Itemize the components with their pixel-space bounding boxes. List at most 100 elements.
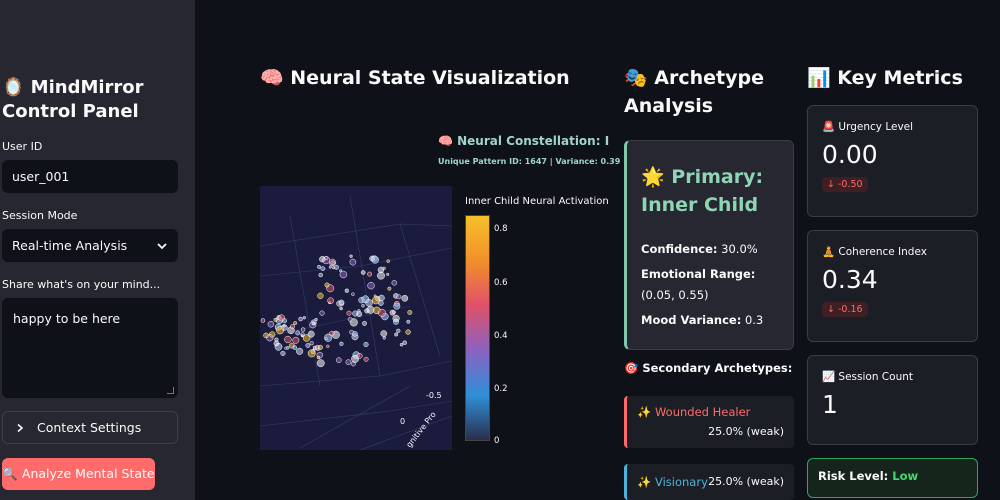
scatter-point (393, 302, 401, 310)
scatter-point (386, 272, 390, 276)
scatter-point (347, 316, 353, 322)
metric-delta: ↓ -0.16 (822, 302, 868, 317)
scatter-point (389, 309, 396, 316)
colorbar (465, 215, 490, 441)
scatter-point (284, 346, 288, 350)
secondary-archetype-pct: 25.0% (weak) (708, 425, 784, 438)
mood-variance-line: Mood Variance: 0.3 (641, 310, 779, 331)
scatter-point (335, 357, 342, 364)
share-textarea[interactable]: happy to be here (2, 298, 178, 398)
scatter-point (275, 326, 285, 335)
scatter-point (331, 266, 336, 270)
mood-variance-label: Mood Variance: (641, 313, 742, 327)
metric-label: 🧘 Coherence Index (822, 246, 927, 258)
metrics-heading: 📊 Key Metrics (807, 67, 963, 89)
scatter-point (282, 318, 288, 324)
scatter-point (339, 270, 348, 279)
metric-value: 0.00 (822, 140, 878, 169)
scatter-point (319, 310, 325, 316)
chevron-down-icon (157, 242, 167, 249)
scatter-point (317, 292, 324, 299)
scatter-point (305, 342, 311, 348)
scatter-point (367, 271, 373, 277)
scatter-point (309, 341, 314, 346)
scatter-point (316, 359, 325, 368)
sidebar: 🪞 MindMirror Control Panel User ID user_… (0, 0, 195, 500)
user-id-input[interactable]: user_001 (2, 160, 178, 193)
scatter-point (364, 308, 370, 314)
metric-value: 0.34 (822, 265, 878, 294)
scatter-point (280, 350, 286, 356)
scatter-point (351, 292, 355, 296)
scatter-point (382, 336, 386, 340)
risk-level-label: Risk Level: (818, 469, 889, 483)
scatter-point (362, 320, 367, 326)
scatter-point (349, 254, 353, 258)
analyze-button[interactable]: 🔍 Analyze Mental State (2, 458, 155, 490)
resize-grip-icon[interactable] (167, 387, 174, 394)
scatter-point (394, 332, 399, 337)
scatter-point (302, 334, 311, 342)
context-settings-expander[interactable]: Context Settings (2, 411, 178, 444)
scatter-point (326, 344, 330, 348)
session-mode-select[interactable]: Real-time Analysis (2, 229, 178, 262)
scatter-point (407, 309, 413, 315)
scatter-point (377, 308, 386, 317)
scatter-point (396, 328, 401, 333)
plot-title: 🧠 Neural Constellation: Inner Child (438, 134, 610, 148)
neural-3d-plot[interactable]: -0.5 0 gnitive Pro (260, 186, 452, 450)
primary-archetype: 🌟 Primary: Inner Child (641, 166, 764, 216)
scatter-point (298, 316, 303, 322)
scatter-point (357, 309, 361, 313)
scatter-point (327, 297, 334, 304)
scatter-point (396, 294, 402, 300)
scatter-point (392, 314, 400, 322)
emotional-range-value: (0.05, 0.55) (641, 288, 709, 302)
scatter-point (406, 319, 411, 324)
secondary-archetype-card: ✨ Wounded Healer 25.0% (weak) (624, 396, 794, 448)
scatter-point (293, 321, 298, 326)
scatter-point (352, 331, 358, 337)
secondary-heading: 🎯 Secondary Archetypes: (624, 361, 793, 375)
scatter-point (402, 340, 407, 345)
scatter-point (318, 272, 323, 278)
risk-level-box: Risk Level: Low (807, 458, 978, 498)
secondary-archetype-name: ✨ Wounded Healer (637, 405, 751, 419)
scatter-point (363, 341, 369, 348)
scatter-point (292, 336, 300, 344)
chevron-right-icon (17, 423, 24, 432)
scatter-point (391, 280, 398, 286)
scatter-point (292, 345, 298, 350)
scatter-point (377, 271, 385, 280)
scatter-point (361, 304, 365, 308)
scatter-point (320, 266, 326, 271)
colorbar-tick: 0 (494, 436, 500, 446)
scatter-point (269, 331, 276, 338)
scatter-point (365, 299, 373, 307)
scatter-point (295, 330, 301, 336)
metric-label: 🚨 Urgency Level (822, 121, 914, 133)
axis-tick-b: 0 (400, 417, 405, 426)
scatter-point (273, 317, 278, 322)
scatter-point (405, 329, 411, 335)
secondary-archetype-card: ✨ Visionary 25.0% (weak) (624, 464, 794, 500)
share-value: happy to be here (13, 311, 121, 326)
arrow-down-icon: ↓ (827, 304, 838, 315)
scatter-point (399, 342, 404, 347)
scatter-point (401, 294, 409, 302)
scatter-point (328, 265, 332, 269)
scatter-point (312, 321, 316, 326)
scatter-svg: -0.5 0 gnitive Pro (260, 195, 452, 450)
scatter-point (324, 337, 328, 341)
axis-label-fragment: gnitive Pro (404, 410, 437, 449)
scatter-point (319, 256, 326, 263)
scatter-point (300, 327, 306, 332)
session-mode-label: Session Mode (2, 209, 78, 222)
scatter-point (267, 320, 275, 328)
scatter-point (378, 300, 384, 306)
sidebar-title: 🪞 MindMirror Control Panel (2, 77, 144, 122)
secondary-archetype-pct: 25.0% (weak) (708, 475, 784, 488)
user-id-label: User ID (2, 140, 43, 153)
plot-subtitle: Unique Pattern ID: 1647 | Variance: 0.39 (438, 157, 621, 166)
scatter-point (296, 347, 304, 355)
